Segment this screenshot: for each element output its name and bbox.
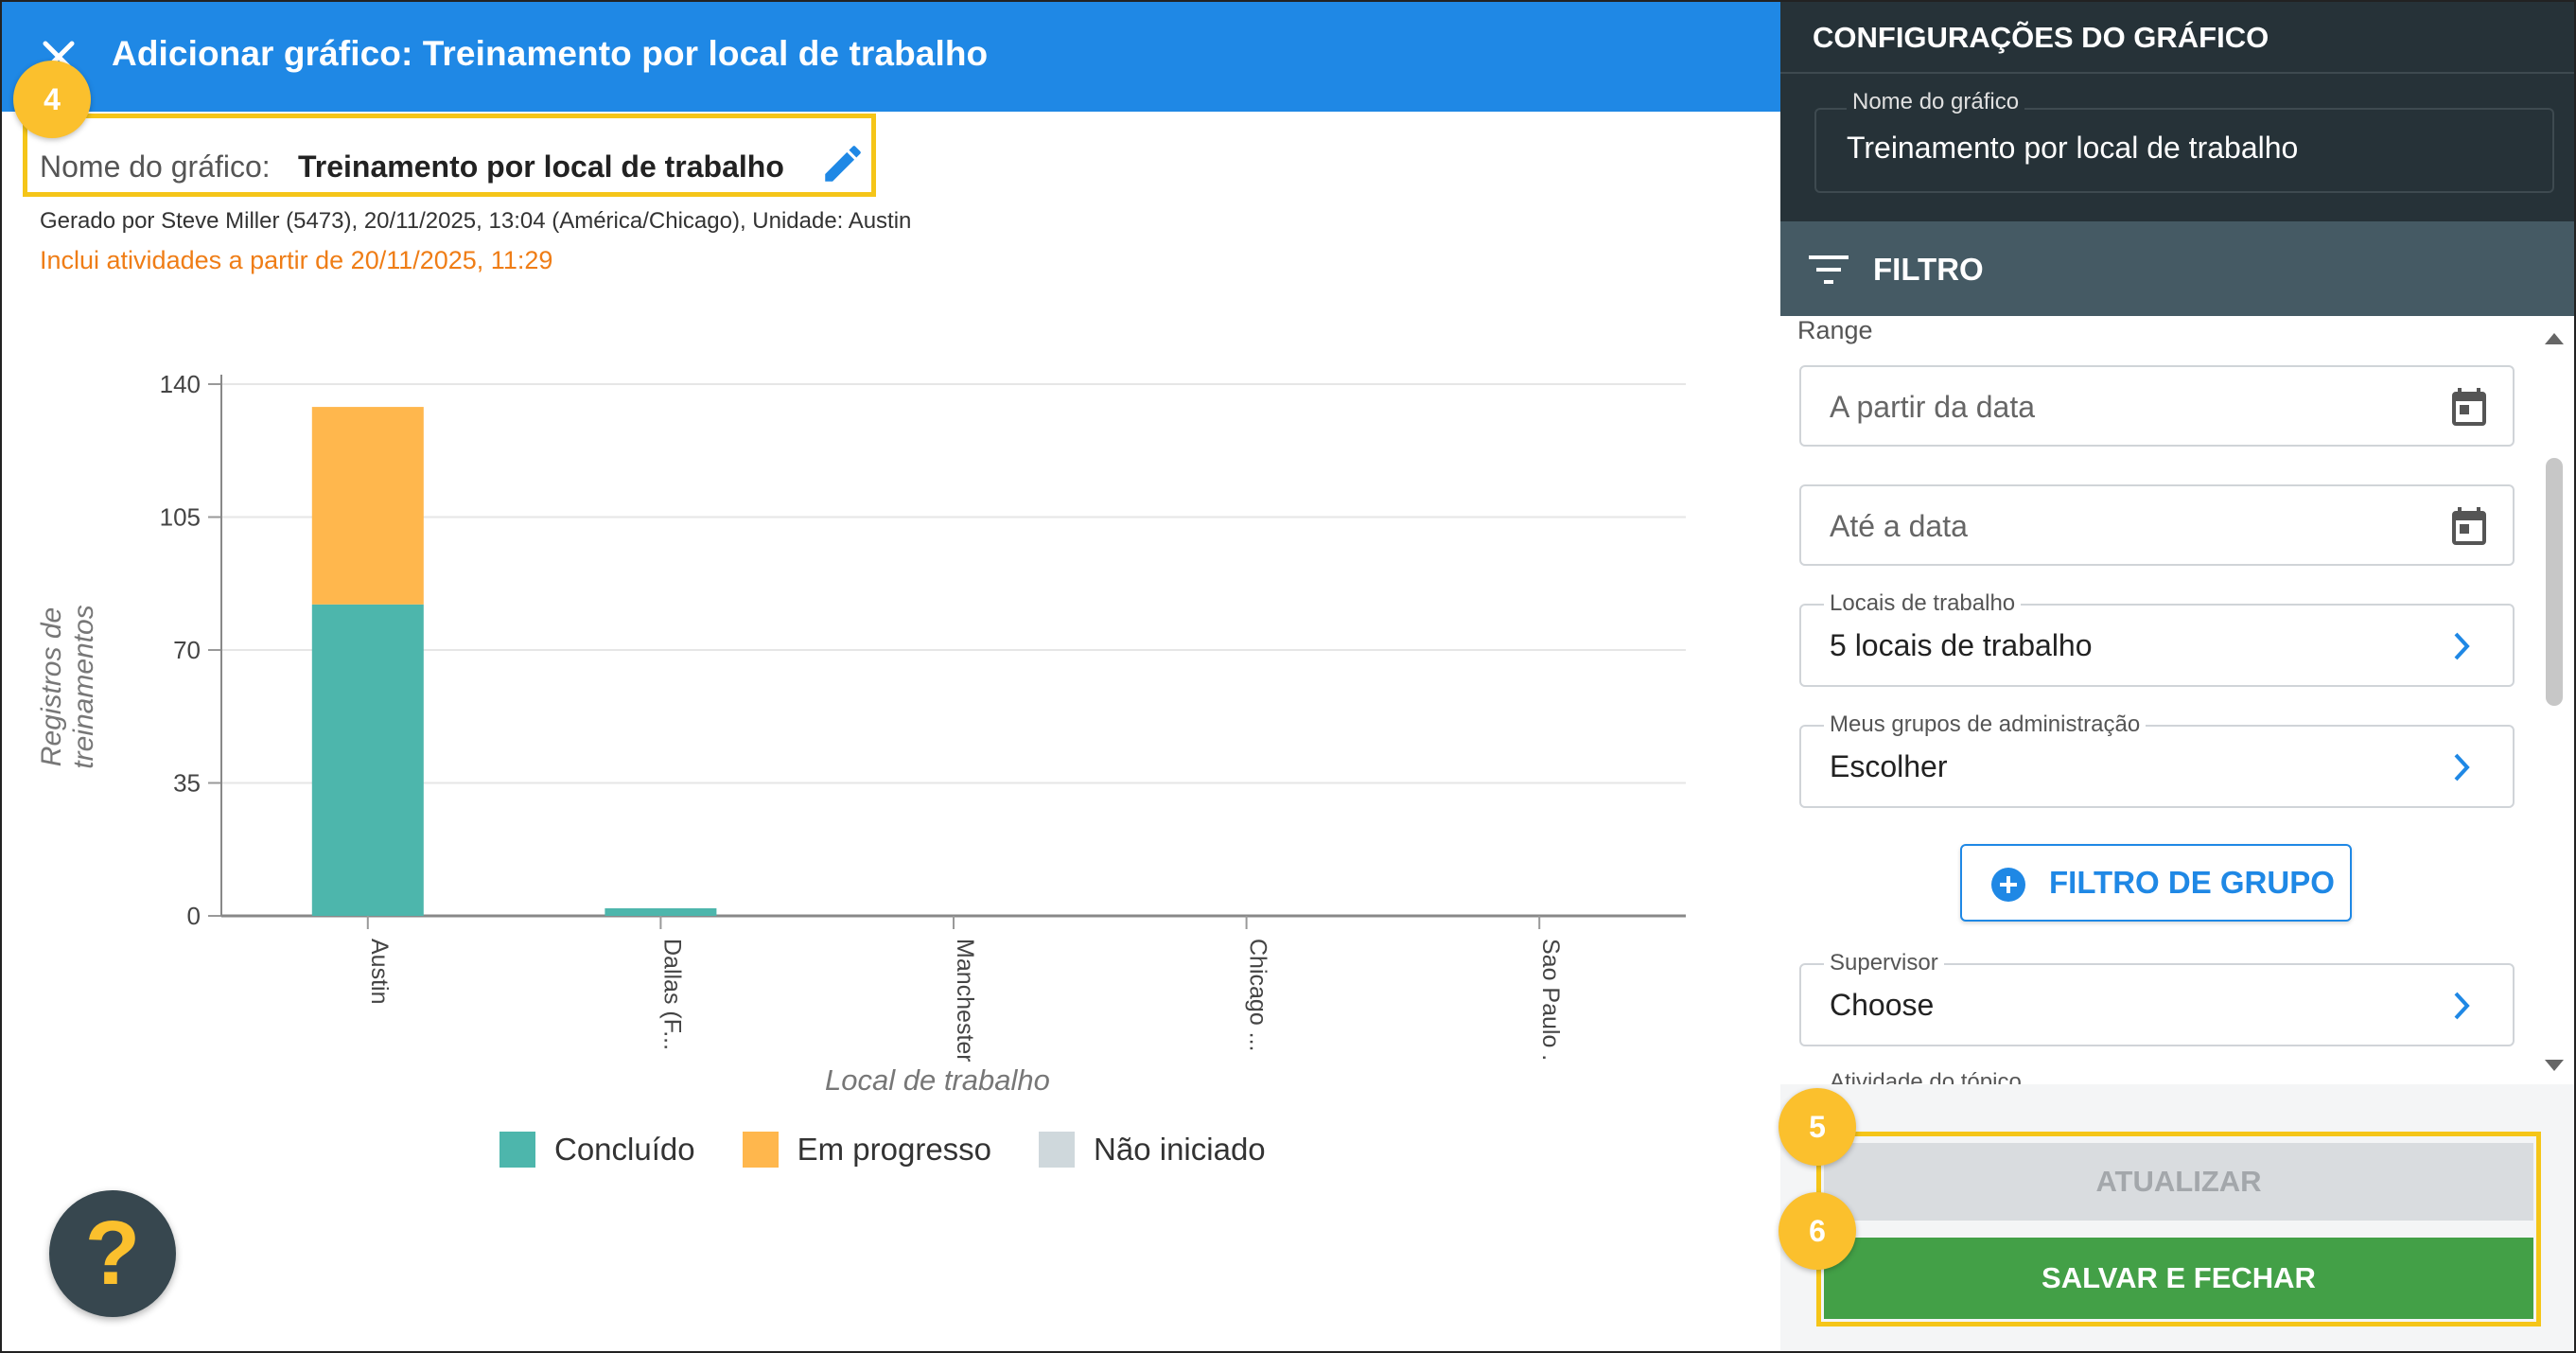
bar-segment bbox=[311, 604, 424, 916]
y-tick-label: 105 bbox=[160, 503, 201, 532]
y-tick-label: 140 bbox=[160, 370, 201, 398]
to-date-input[interactable]: Até a data bbox=[1799, 484, 2515, 566]
generated-by-text: Gerado por Steve Miller (5473), 20/11/20… bbox=[40, 208, 912, 234]
x-tick-label: Manchester bbox=[952, 939, 978, 1062]
supervisor-value: Choose bbox=[1830, 988, 1935, 1022]
add-circle-icon bbox=[1991, 868, 2025, 902]
legend-item-concluido[interactable]: Concluído bbox=[499, 1132, 695, 1168]
chart-name-field-label: Nome do gráfico bbox=[1847, 89, 2025, 115]
scroll-thumb[interactable] bbox=[2546, 458, 2563, 706]
update-button[interactable]: ATUALIZAR bbox=[1824, 1143, 2533, 1221]
work-locations-label: Locais de trabalho bbox=[1824, 590, 2022, 617]
admin-groups-value: Escolher bbox=[1830, 749, 1948, 783]
chevron-right-icon bbox=[2454, 632, 2470, 660]
legend-swatch bbox=[499, 1132, 535, 1168]
help-question-icon: ? bbox=[84, 1203, 141, 1304]
admin-groups-label: Meus grupos de administração bbox=[1824, 712, 2147, 738]
step-badge-6: 6 bbox=[1779, 1192, 1856, 1270]
chevron-right-icon bbox=[2454, 992, 2470, 1020]
bar-chart: 0 35 70 105 140 Austin Dallas (F... Manchester C… bbox=[160, 370, 1686, 1062]
x-tick-label: Dallas (F... bbox=[658, 939, 685, 1050]
dialog-header: Adicionar gráfico: Treinamento por local… bbox=[2, 2, 1780, 112]
scrollbar[interactable] bbox=[2537, 324, 2571, 1081]
legend-label: Não iniciado bbox=[1094, 1132, 1266, 1167]
to-date-placeholder: Até a data bbox=[1830, 509, 1968, 543]
save-and-close-button[interactable]: SALVAR E FECHAR bbox=[1824, 1238, 2533, 1319]
chevron-right-icon bbox=[2454, 753, 2470, 782]
legend-label: Concluído bbox=[554, 1132, 695, 1167]
scroll-up-arrow[interactable] bbox=[2545, 333, 2564, 344]
calendar-icon[interactable] bbox=[2446, 503, 2492, 549]
filter-section-header[interactable]: FILTRO bbox=[1780, 221, 2574, 316]
chart-legend: Concluído Em progresso Não iniciado bbox=[499, 1132, 1313, 1168]
work-locations-select[interactable]: Locais de trabalho 5 locais de trabalho bbox=[1799, 590, 2515, 687]
y-tick-label: 0 bbox=[187, 902, 201, 930]
group-filter-label: FILTRO DE GRUPO bbox=[2049, 865, 2335, 900]
legend-label: Em progresso bbox=[797, 1132, 992, 1167]
y-axis-label: Registros de treinamentos bbox=[36, 605, 99, 769]
topic-activity-label: Atividade do tópico bbox=[1830, 1069, 2022, 1084]
supervisor-select[interactable]: Supervisor Choose bbox=[1799, 950, 2515, 1046]
chart-name-label: Nome do gráfico: bbox=[40, 149, 271, 184]
step-badge-4: 4 bbox=[13, 61, 91, 138]
filter-label: FILTRO bbox=[1873, 252, 1984, 287]
y-tick-label: 70 bbox=[173, 636, 201, 664]
legend-swatch bbox=[1039, 1132, 1076, 1168]
filter-icon bbox=[1809, 255, 1849, 284]
legend-swatch bbox=[742, 1132, 779, 1168]
x-tick-label: Austin bbox=[366, 939, 393, 1004]
scroll-down-arrow[interactable] bbox=[2545, 1060, 2564, 1071]
legend-item-em-progresso[interactable]: Em progresso bbox=[742, 1132, 992, 1168]
chart-name-value: Treinamento por local de trabalho bbox=[298, 149, 784, 184]
from-date-placeholder: A partir da data bbox=[1830, 390, 2036, 424]
bar-segment bbox=[605, 907, 717, 916]
app-window: Adicionar gráfico: Treinamento por local… bbox=[0, 0, 2576, 1353]
help-button[interactable]: ? bbox=[49, 1190, 176, 1317]
legend-item-nao-iniciado[interactable]: Não iniciado bbox=[1039, 1132, 1266, 1168]
calendar-icon[interactable] bbox=[2446, 384, 2492, 430]
divider bbox=[1780, 72, 2574, 74]
x-tick-label: Sao Paulo ... bbox=[1537, 939, 1564, 1062]
y-tick-label: 35 bbox=[173, 769, 201, 798]
range-label: Range bbox=[1797, 316, 1873, 344]
x-axis-label: Local de trabalho bbox=[825, 1063, 1050, 1097]
includes-activities-text: Inclui atividades a partir de 20/11/2025… bbox=[40, 246, 553, 274]
from-date-input[interactable]: A partir da data bbox=[1799, 365, 2515, 447]
group-filter-button[interactable]: FILTRO DE GRUPO bbox=[1960, 844, 2352, 922]
admin-groups-select[interactable]: Meus grupos de administração Escolher bbox=[1799, 712, 2515, 808]
settings-header: CONFIGURAÇÕES DO GRÁFICO Nome do gráfico… bbox=[1780, 2, 2574, 221]
supervisor-label: Supervisor bbox=[1824, 950, 1944, 976]
work-locations-value: 5 locais de trabalho bbox=[1830, 628, 2093, 662]
step-badge-5: 5 bbox=[1779, 1088, 1856, 1166]
bar-segment bbox=[311, 407, 424, 605]
filter-scroll-area[interactable]: Range A partir da data Até a data Locais… bbox=[1780, 316, 2574, 1084]
x-tick-label: Chicago ... bbox=[1245, 939, 1271, 1052]
settings-title: CONFIGURAÇÕES DO GRÁFICO bbox=[1813, 21, 2269, 54]
dialog-title: Adicionar gráfico: Treinamento por local… bbox=[112, 34, 989, 73]
chart-name-field-value: Treinamento por local de trabalho bbox=[1847, 131, 2299, 165]
edit-pencil-icon[interactable] bbox=[819, 140, 867, 187]
